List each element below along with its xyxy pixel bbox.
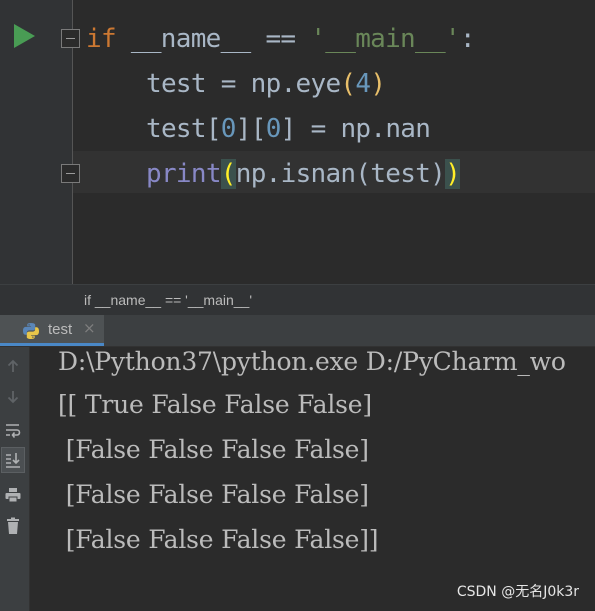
code-token: : — [459, 24, 476, 54]
tab-label: test — [48, 321, 73, 338]
code-token: ) — [445, 159, 461, 189]
watermark: CSDN @无名J0k3r — [456, 584, 579, 600]
run-toolbar — [0, 347, 30, 611]
tab-run-test[interactable]: test × — [0, 315, 104, 346]
code-lines: if __name__ == '__main__': test = np.eye… — [0, 0, 476, 270]
code-line-3[interactable]: test[0][0] = np.nan — [146, 107, 431, 152]
code-token: '__main__' — [310, 24, 460, 54]
code-line-4[interactable]: print(np.isnan(test)) — [146, 152, 461, 197]
python-icon — [23, 323, 39, 339]
code-token: ( — [220, 159, 236, 189]
code-token: ][ — [235, 114, 267, 144]
breadcrumb-item[interactable]: if __name__ == '__main__' — [84, 292, 252, 308]
fold-end-icon[interactable] — [61, 164, 80, 183]
code-token: np.isnan(test) — [235, 159, 446, 189]
code-editor[interactable]: if __name__ == '__main__': test = np.eye… — [0, 0, 595, 284]
code-token: if — [86, 24, 117, 54]
console-output-line: [False False False False] — [58, 435, 369, 464]
run-console[interactable]: D:\Python37\python.exe D:/PyCharm_wo [[ … — [30, 347, 595, 611]
console-output-line: [False False False False] — [58, 480, 369, 509]
code-token: __name__ == — [115, 24, 311, 54]
console-output-line: [False False False False]] — [58, 525, 379, 554]
code-token: ( — [340, 69, 356, 99]
code-token: test = np.eye — [146, 69, 341, 99]
code-token: [ — [205, 114, 222, 144]
console-output-line: [[ True False False False] — [58, 390, 372, 419]
code-line-2[interactable]: test = np.eye(4) — [146, 62, 386, 107]
code-line-1[interactable]: if __name__ == '__main__': — [86, 17, 476, 62]
code-token: 4 — [355, 69, 371, 99]
code-token: 0 — [220, 114, 237, 144]
arrow-down-icon[interactable] — [0, 384, 26, 410]
breadcrumb[interactable]: if __name__ == '__main__' — [0, 284, 595, 315]
console-command-line: D:\Python37\python.exe D:/PyCharm_wo — [58, 347, 566, 376]
arrow-up-icon[interactable] — [0, 353, 26, 379]
print-icon[interactable] — [0, 482, 26, 508]
code-token: test — [146, 114, 207, 144]
code-token: ) — [370, 69, 386, 99]
run-tab-bar: test × — [0, 315, 595, 347]
code-token: print — [146, 159, 221, 189]
soft-wrap-icon[interactable] — [0, 417, 26, 443]
fold-collapse-icon[interactable] — [61, 29, 80, 48]
scroll-to-end-icon[interactable] — [1, 447, 25, 473]
close-icon[interactable]: × — [83, 319, 96, 337]
code-token: ] = np.nan — [280, 114, 431, 144]
trash-icon[interactable] — [0, 513, 26, 539]
code-token: 0 — [265, 114, 282, 144]
